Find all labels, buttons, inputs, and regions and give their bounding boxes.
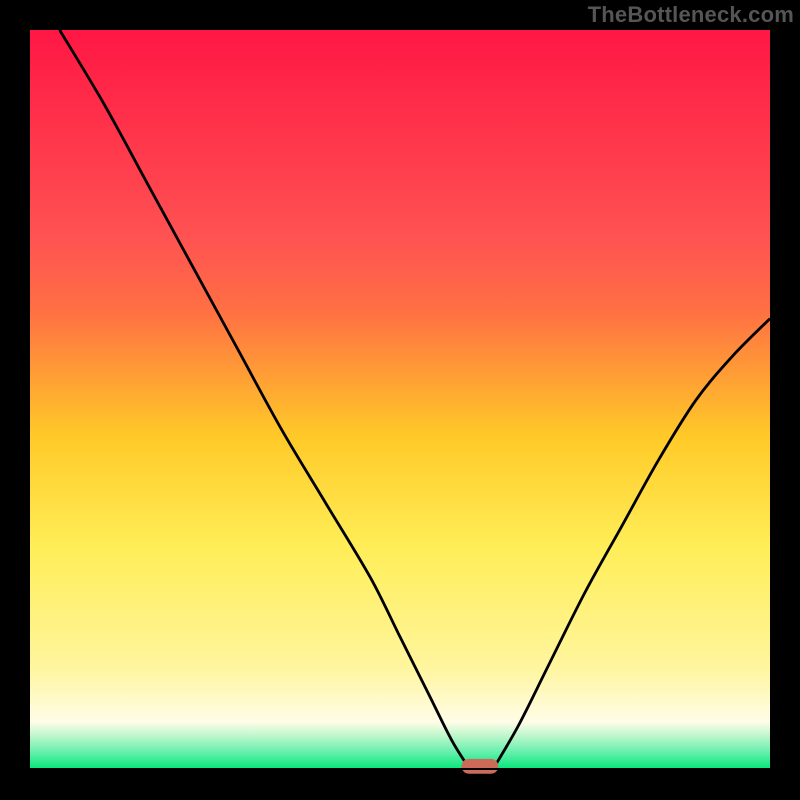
watermark-label: TheBottleneck.com [588, 2, 794, 28]
bottleneck-chart [0, 0, 800, 800]
chart-frame: { "watermark": "TheBottleneck.com", "col… [0, 0, 800, 800]
baseline [30, 768, 770, 770]
optimum-marker [461, 759, 498, 774]
plot-background [30, 30, 770, 770]
